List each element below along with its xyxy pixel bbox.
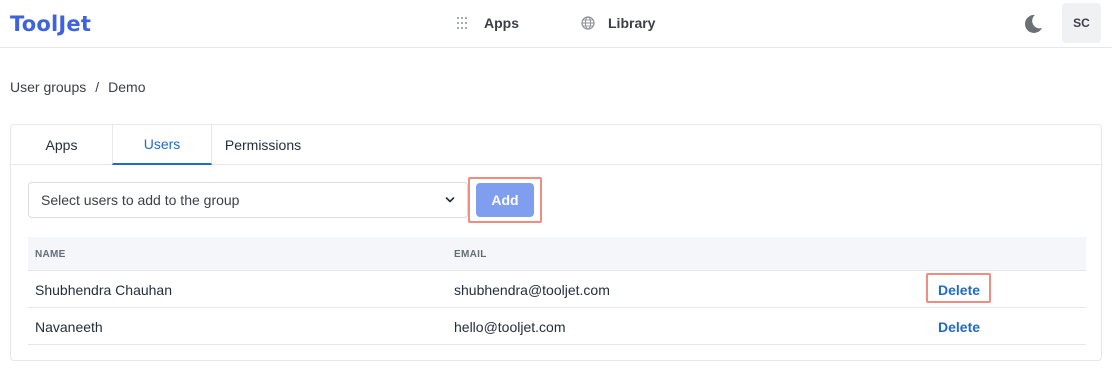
delete-button[interactable]: Delete bbox=[938, 319, 980, 335]
top-navbar: ToolJet Apps Library SC bbox=[0, 0, 1112, 48]
tab-users[interactable]: Users bbox=[112, 125, 212, 165]
breadcrumb-separator: / bbox=[95, 79, 100, 95]
nav-library[interactable]: Library bbox=[581, 15, 655, 31]
breadcrumb-current: Demo bbox=[108, 79, 146, 95]
chevron-down-icon bbox=[445, 197, 455, 203]
nav-library-label: Library bbox=[608, 15, 656, 31]
user-name: Shubhendra Chauhan bbox=[35, 282, 173, 298]
table-row: Shubhendra Chauhan shubhendra@tooljet.co… bbox=[28, 271, 1086, 308]
tab-bar: Apps Users Permissions bbox=[11, 125, 1101, 165]
add-button[interactable]: Add bbox=[476, 183, 534, 217]
tooljet-logo[interactable]: ToolJet bbox=[10, 12, 91, 36]
column-header-email: EMAIL bbox=[454, 249, 487, 260]
users-table: NAME EMAIL Shubhendra Chauhan shubhendra… bbox=[28, 237, 1086, 345]
add-button-highlight: Add bbox=[468, 177, 542, 223]
user-email: hello@tooljet.com bbox=[454, 319, 566, 335]
moon-icon[interactable] bbox=[1022, 13, 1044, 35]
user-name: Navaneeth bbox=[35, 319, 103, 335]
delete-button-highlight: Delete bbox=[926, 273, 991, 303]
grid-dots-icon bbox=[457, 16, 471, 30]
user-email: shubhendra@tooljet.com bbox=[454, 282, 610, 298]
delete-button[interactable]: Delete bbox=[938, 282, 980, 298]
group-details-card: Apps Users Permissions Select users to a… bbox=[10, 124, 1102, 361]
table-row: Navaneeth hello@tooljet.com Delete bbox=[28, 308, 1086, 345]
column-header-name: NAME bbox=[35, 249, 66, 260]
select-users-placeholder: Select users to add to the group bbox=[41, 192, 240, 208]
tab-apps[interactable]: Apps bbox=[11, 125, 112, 165]
breadcrumb: User groups / Demo bbox=[10, 79, 146, 95]
avatar[interactable]: SC bbox=[1062, 3, 1101, 43]
select-users-dropdown[interactable]: Select users to add to the group bbox=[28, 182, 468, 218]
nav-apps-label: Apps bbox=[484, 15, 519, 31]
table-header: NAME EMAIL bbox=[28, 237, 1086, 271]
breadcrumb-parent[interactable]: User groups bbox=[10, 79, 86, 95]
nav-apps[interactable]: Apps bbox=[457, 15, 519, 31]
tab-permissions[interactable]: Permissions bbox=[212, 125, 314, 165]
globe-icon bbox=[581, 16, 595, 30]
